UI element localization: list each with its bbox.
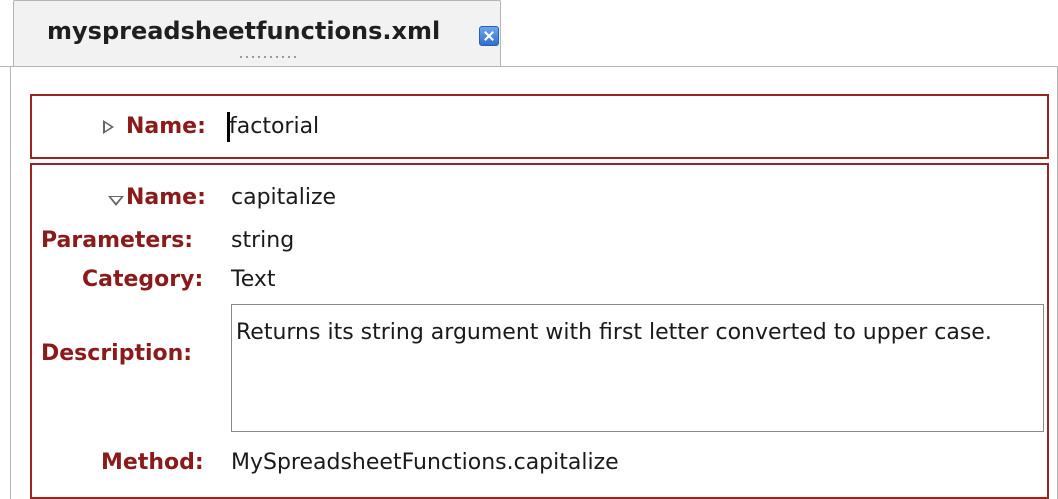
name-label: Name: [126,185,206,210]
collapse-triangle-icon[interactable] [108,196,124,206]
close-icon[interactable] [479,26,499,46]
category-label: Category: [82,267,204,292]
description-label: Description: [41,341,193,366]
parameters-label: Parameters: [41,228,194,253]
name-field[interactable]: capitalize [231,185,336,210]
function-collapsed: Name: factorial [30,94,1049,159]
name-field[interactable]: factorial [229,114,319,139]
parameters-field[interactable]: string [231,228,294,253]
tab-label: myspreadsheetfunctions.xml [47,17,441,45]
expand-triangle-icon[interactable] [103,120,114,134]
description-textarea[interactable]: Returns its string argument with first l… [231,304,1044,432]
description-text: Returns its string argument with first l… [236,320,992,345]
editor-content: Name: factorial Name: capitalize Paramet… [10,67,1058,499]
tab-myspreadsheetfunctions[interactable]: myspreadsheetfunctions.xml [13,0,501,67]
name-label: Name: [126,114,206,139]
method-label: Method: [101,450,204,475]
tab-strip: myspreadsheetfunctions.xml [0,0,1058,68]
tab-grip-handle [240,56,300,58]
method-field[interactable]: MySpreadsheetFunctions.capitalize [231,450,619,475]
category-field[interactable]: Text [231,267,276,292]
